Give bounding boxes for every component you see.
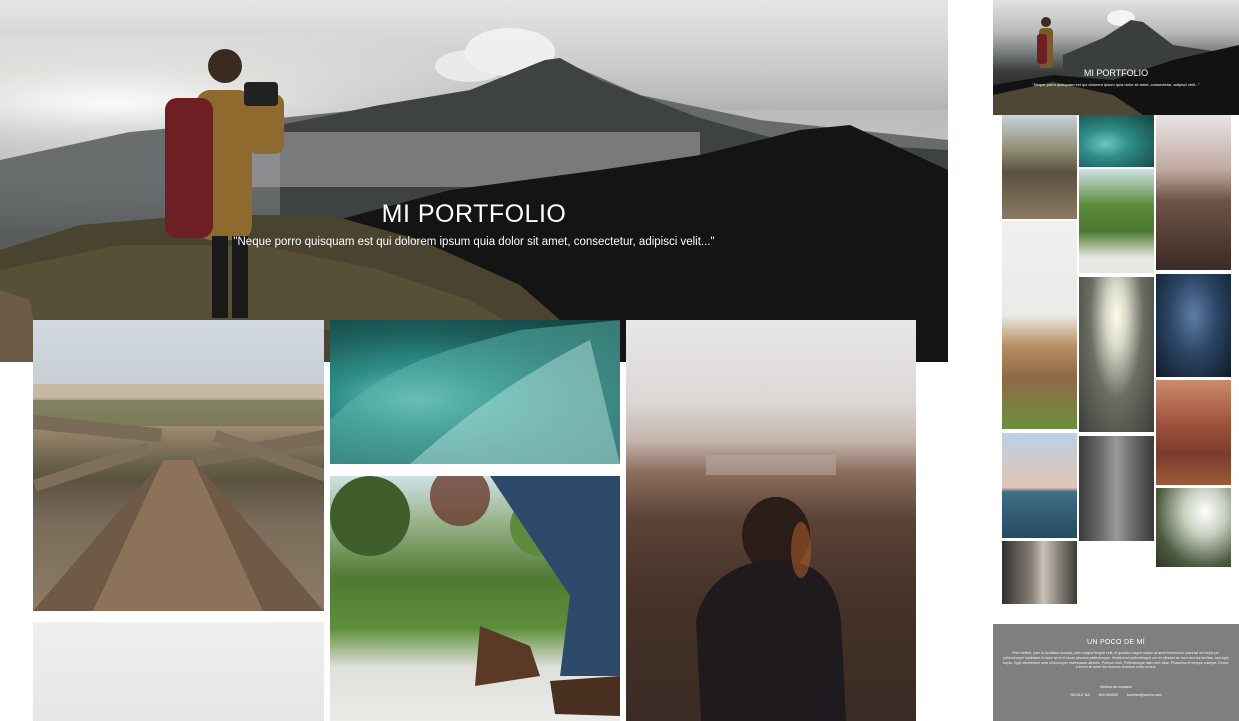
wave-photo[interactable] [330, 320, 620, 464]
preview-thumb[interactable] [1156, 115, 1231, 270]
preview-thumb[interactable] [1156, 274, 1231, 377]
about-title: UN POCO DE MÍ [1087, 639, 1145, 646]
preview-thumb[interactable] [1002, 433, 1077, 538]
contact-name[interactable]: NICOLE NA [1070, 693, 1089, 697]
contact-list: NICOLE NA 604 000000 tucorreo@correo.com [993, 693, 1239, 697]
preview-thumb[interactable] [1079, 436, 1154, 541]
preview-thumb[interactable] [1079, 115, 1154, 167]
contact-title: Medios de contacto [1100, 685, 1132, 689]
boardwalk-photo[interactable] [33, 320, 324, 611]
hero-landscape [0, 28, 948, 362]
sunset-person-photo[interactable] [626, 320, 916, 721]
preview-thumb[interactable] [1079, 277, 1154, 432]
wheat-field-photo[interactable] [33, 622, 324, 721]
about-section: UN POCO DE MÍ Pain thrilled, pain la lam… [993, 624, 1239, 721]
hero-title: MI PORTFOLIO [381, 200, 567, 228]
preview-hero: MI PORTFOLIO "Neque porro quisquam est q… [993, 0, 1239, 115]
preview-thumb[interactable] [1002, 221, 1077, 429]
contact-phone[interactable]: 604 000000 [1099, 693, 1118, 697]
preview-thumb[interactable] [1002, 541, 1077, 604]
preview-thumb[interactable] [1079, 169, 1154, 273]
about-body: Pain thrilled, pain la lamaissa lauvaya,… [1003, 651, 1229, 670]
hero-banner: MI PORTFOLIO "Neque porro quisquam est q… [0, 0, 948, 362]
preview-thumb[interactable] [1002, 115, 1077, 219]
hero-subtitle: "Neque porro quisquam est qui dolorem ip… [233, 236, 715, 248]
preview-thumb[interactable] [1156, 380, 1231, 485]
walking-legs-photo[interactable] [330, 476, 620, 721]
preview-title: MI PORTFOLIO [1083, 68, 1149, 78]
preview-thumb[interactable] [1156, 488, 1231, 567]
preview-subtitle: "Neque porro quisquam est qui dolorem ip… [1032, 82, 1200, 87]
contact-email[interactable]: tucorreo@correo.com [1127, 693, 1162, 697]
